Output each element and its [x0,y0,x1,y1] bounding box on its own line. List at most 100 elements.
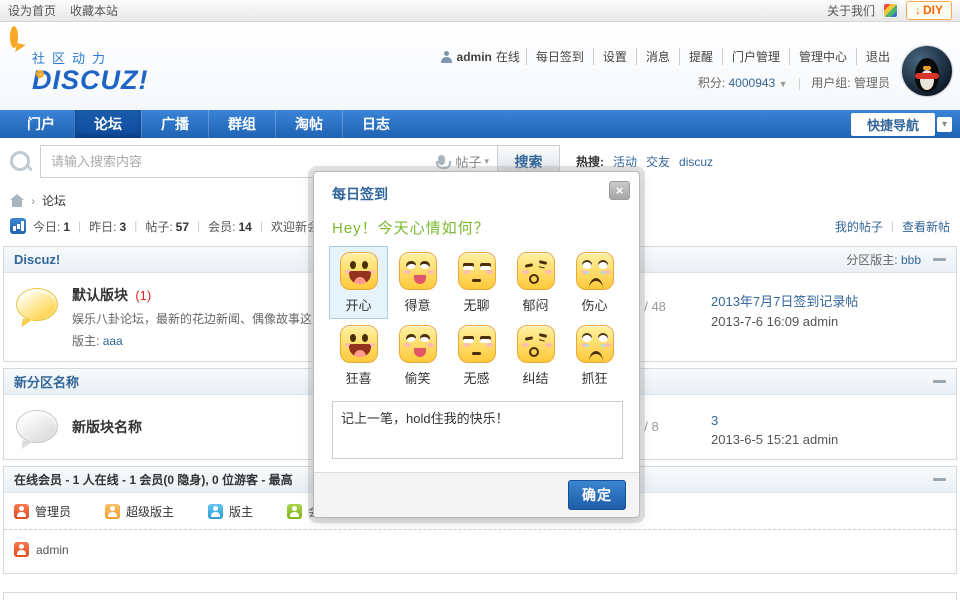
search-type-select[interactable]: 帖子 [452,152,484,171]
nav-tab-portal[interactable]: 门户 [8,110,74,138]
sulk-emoticon-icon [516,325,555,363]
theme-color-icon[interactable] [882,3,898,18]
forum-lastpost: 2013年7月7日签到记录帖 2013-7-6 16:09 admin [711,285,946,329]
zone-moderator-label: 分区版主: [846,253,898,267]
online-title: 在线会员 - 1 人在线 - 1 会员(0 隐身), 0 位游客 - 最高 [14,473,293,487]
mood-option-mad[interactable]: 抓狂 [565,319,624,392]
lastpost-title-link[interactable]: 2013年7月7日签到记录帖 [711,291,946,310]
crying-emoticon-icon [575,325,614,363]
forum-name-link[interactable]: 新版块名称 [72,419,142,435]
online-member-row: admin [4,530,956,573]
hot-link-friends[interactable]: 交友 [646,153,670,170]
confirm-button[interactable]: 确定 [568,480,626,510]
points-label: 积分: [697,76,726,90]
quick-nav-button[interactable]: 快捷导航 [850,112,935,136]
menu-messages[interactable]: 消息 [635,48,679,65]
points-value[interactable]: 4000943 [729,76,776,90]
diy-button[interactable]: ↓ DIY [905,1,952,20]
hot-link-discuz[interactable]: discuz [679,155,713,169]
view-new-posts-link[interactable]: 查看新帖 [902,218,950,235]
forum-lastpost: 3 2013-6-5 15:21 admin [711,407,946,447]
category-title[interactable]: Discuz! [14,252,60,267]
mod-user-icon [208,504,224,519]
forum-bubble-icon [16,288,58,321]
mood-option-titter[interactable]: 偷笑 [388,319,447,392]
bored-emoticon-icon [457,325,496,363]
hot-search-label: 热搜: [576,155,604,169]
quick-nav-caret-icon[interactable]: ▾ [936,116,952,132]
stat-yesterday-label: 昨日: [89,219,117,234]
stat-members-value: 14 [238,219,252,234]
main-nav: 门户 论坛 广播 群组 淘帖 日志 快捷导航 ▾ [0,110,960,138]
search-icon [10,150,32,173]
home-icon[interactable] [10,194,24,207]
microphone-icon[interactable] [436,154,452,169]
bored-emoticon-icon [457,252,496,290]
online-member-link[interactable]: admin [36,543,69,557]
forum-name-link[interactable]: 默认版块 [72,287,128,303]
stat-yesterday-value: 3 [119,219,127,234]
set-home-link[interactable]: 设为首页 [8,2,56,19]
mood-option-sulk[interactable]: 郁闷 [506,246,565,319]
admin-user-icon [14,504,29,519]
breadcrumb-current[interactable]: 论坛 [42,192,66,209]
moderator-link[interactable]: aaa [103,334,123,348]
logo-brand: DISCUZ! [32,65,149,95]
zone-moderator-link[interactable]: bbb [901,253,921,267]
nav-tab-forum[interactable]: 论坛 [74,110,141,138]
dialog-footer: 确定 [314,472,639,517]
super-mod-user-icon [105,504,121,519]
mood-option-sad[interactable]: 伤心 [565,246,624,319]
about-us-link[interactable]: 关于我们 [827,2,875,19]
collapse-icon[interactable] [933,258,946,261]
stat-today-value: 1 [63,219,71,234]
my-posts-link[interactable]: 我的帖子 [835,218,883,235]
logo-tagline: 社区动力 [32,51,113,66]
menu-settings[interactable]: 设置 [592,48,636,65]
crying-emoticon-icon [575,252,614,290]
usergroup-value[interactable]: 管理员 [854,76,890,90]
collapse-icon[interactable] [933,380,946,383]
nav-tab-groups[interactable]: 群组 [208,110,275,138]
close-icon[interactable]: × [609,181,630,200]
menu-portal-admin[interactable]: 门户管理 [721,48,789,65]
smirk-emoticon-icon [398,325,437,363]
search-type-caret-icon[interactable]: ▾ [484,156,497,167]
nav-tab-blogs[interactable]: 日志 [342,110,409,138]
mood-option-ecstatic[interactable]: 狂喜 [329,319,388,392]
sulk-emoticon-icon [516,252,555,290]
menu-admin-center[interactable]: 管理中心 [788,48,856,65]
moderator-label: 版主: [72,334,100,348]
avatar[interactable] [902,46,952,96]
signin-note-textarea[interactable]: 记上一笔，hold住我的快乐！ [332,401,623,459]
category-title[interactable]: 新分区名称 [14,372,79,391]
collapse-icon[interactable] [933,478,946,481]
stat-posts-value: 57 [175,219,190,234]
admin-user-icon [14,542,29,557]
mood-option-numb[interactable]: 无感 [447,319,506,392]
nav-tab-broadcast[interactable]: 广播 [141,110,208,138]
menu-daily-signin[interactable]: 每日签到 [525,48,593,65]
points-caret-icon[interactable]: ▼ [779,79,788,89]
breadcrumb-separator: › [31,193,35,208]
nav-tab-collections[interactable]: 淘帖 [275,110,342,138]
discuz-logo[interactable]: 社区动力 DISCUZ! [10,26,149,95]
mood-option-happy[interactable]: 开心 [329,246,388,319]
search-input[interactable] [41,154,435,169]
legend-admin: 管理员 [35,505,72,519]
mood-option-bored[interactable]: 无聊 [447,246,506,319]
lastpost-title-link[interactable]: 3 [711,413,946,428]
post-count: 8 [651,419,659,434]
mood-option-tangled[interactable]: 纠结 [506,319,565,392]
mood-option-proud[interactable]: 得意 [388,246,447,319]
portal-block-section: 官方论坛 [3,592,957,600]
stat-members-label: 会员: [208,219,236,234]
stats-chart-icon [10,218,26,234]
menu-notifications[interactable]: 提醒 [678,48,722,65]
speech-bubble-logo-icon [10,26,44,93]
happy-emoticon-icon [339,325,378,363]
hot-link-activity[interactable]: 活动 [613,153,637,170]
bookmark-link[interactable]: 收藏本站 [70,2,118,19]
menu-logout[interactable]: 退出 [855,48,890,65]
username[interactable]: admin [457,50,492,64]
